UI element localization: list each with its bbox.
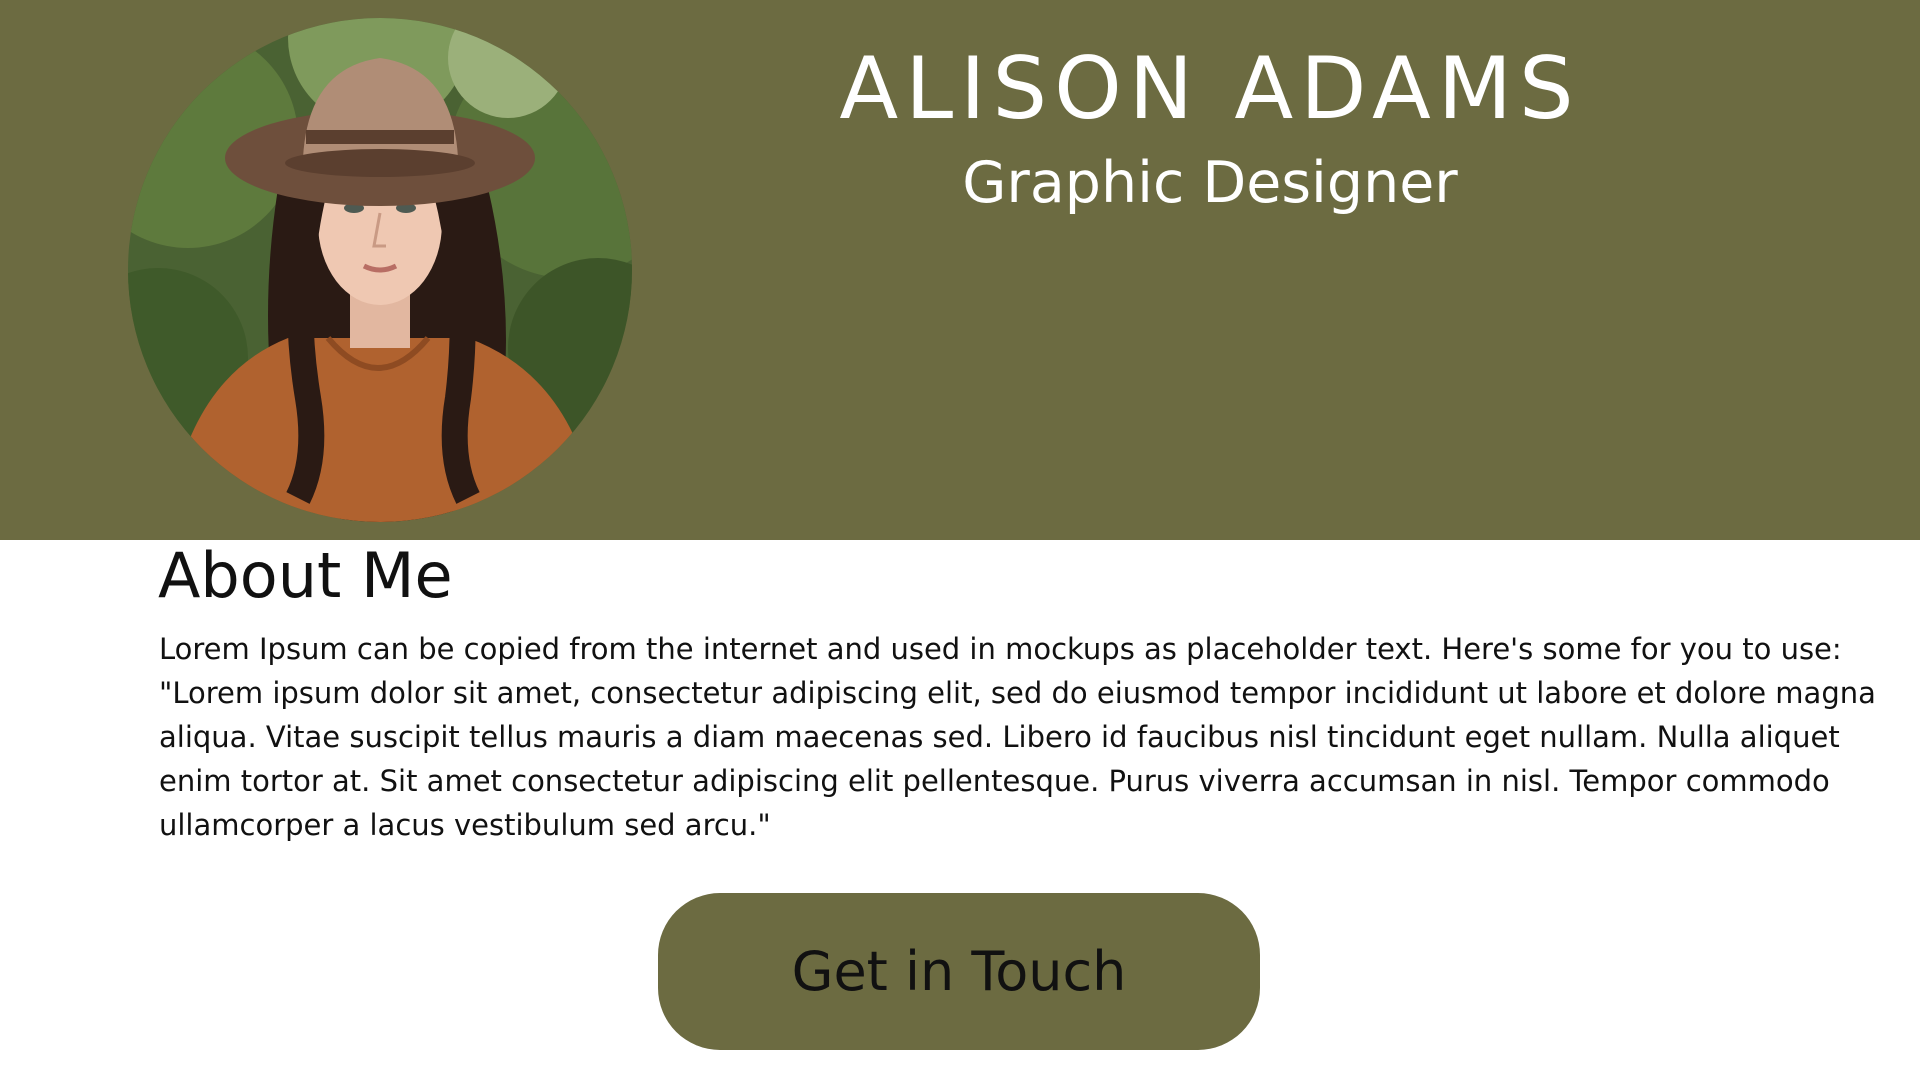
profile-name: ALISON ADAMS [839, 39, 1581, 139]
profile-page: ALISON ADAMS Graphic Designer About Me L… [0, 0, 1920, 1080]
about-text: Lorem Ipsum can be copied from the inter… [159, 632, 1876, 842]
about-heading: About Me [158, 539, 453, 612]
get-in-touch-button[interactable]: Get in Touch [658, 893, 1260, 1050]
profile-title: Graphic Designer [962, 150, 1458, 216]
profile-photo [128, 18, 632, 522]
get-in-touch-label: Get in Touch [791, 940, 1127, 1003]
header-banner: ALISON ADAMS Graphic Designer [0, 0, 1920, 540]
